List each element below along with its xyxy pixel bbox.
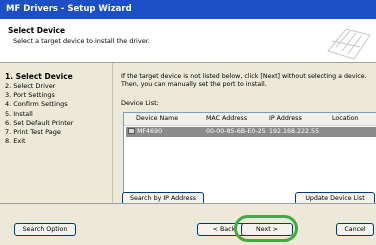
search-option-button[interactable]: Search Option — [14, 223, 76, 236]
cancel-button[interactable]: Cancel — [336, 223, 374, 236]
page-title: Select Device — [8, 26, 66, 35]
cell-ip-address: 192.168.222.55 — [269, 128, 320, 135]
page-subtitle: Select a target device to install the dr… — [13, 37, 150, 45]
printer-graphic-icon — [327, 28, 371, 60]
wizard-header: Select Device Select a target device to … — [0, 19, 376, 63]
instructions-text: If the target device is not listed below… — [121, 73, 367, 88]
wizard-steps: 1. Select Device 2. Select Driver 3. Por… — [0, 63, 113, 203]
main-content: If the target device is not listed below… — [113, 63, 376, 223]
printer-icon — [128, 128, 135, 134]
step-select-device: 1. Select Device — [5, 72, 73, 81]
column-location[interactable]: Location — [332, 115, 359, 122]
column-device-name[interactable]: Device Name — [136, 115, 178, 122]
cell-device-name: MF4690 — [137, 128, 163, 135]
step-install: 5. Install — [5, 109, 33, 118]
step-exit: 8. Exit — [5, 137, 26, 146]
step-port-settings: 3. Port Settings — [5, 91, 55, 100]
step-confirm-settings: 4. Confirm Settings — [5, 100, 68, 109]
device-list-label: Device List: — [121, 99, 159, 107]
next-button[interactable]: Next > — [241, 223, 293, 236]
column-mac-address[interactable]: MAC Address — [206, 115, 247, 122]
window-title: MF Drivers - Setup Wizard — [0, 0, 376, 19]
wizard-footer: Search Option < Back Next > Cancel — [0, 203, 376, 245]
step-print-test-page: 7. Print Test Page — [5, 127, 61, 136]
cell-mac-address: 00-00-85-6B-E0-25 — [206, 128, 266, 135]
device-list-header: Device Name MAC Address IP Address Locat… — [124, 113, 376, 126]
column-ip-address[interactable]: IP Address — [269, 115, 302, 122]
step-select-driver: 2. Select Driver — [5, 82, 56, 90]
step-set-default-printer: 6. Set Default Printer — [5, 118, 74, 127]
table-row[interactable]: MF4690 00-00-85-6B-E0-25 192.168.222.55 — [126, 127, 376, 137]
